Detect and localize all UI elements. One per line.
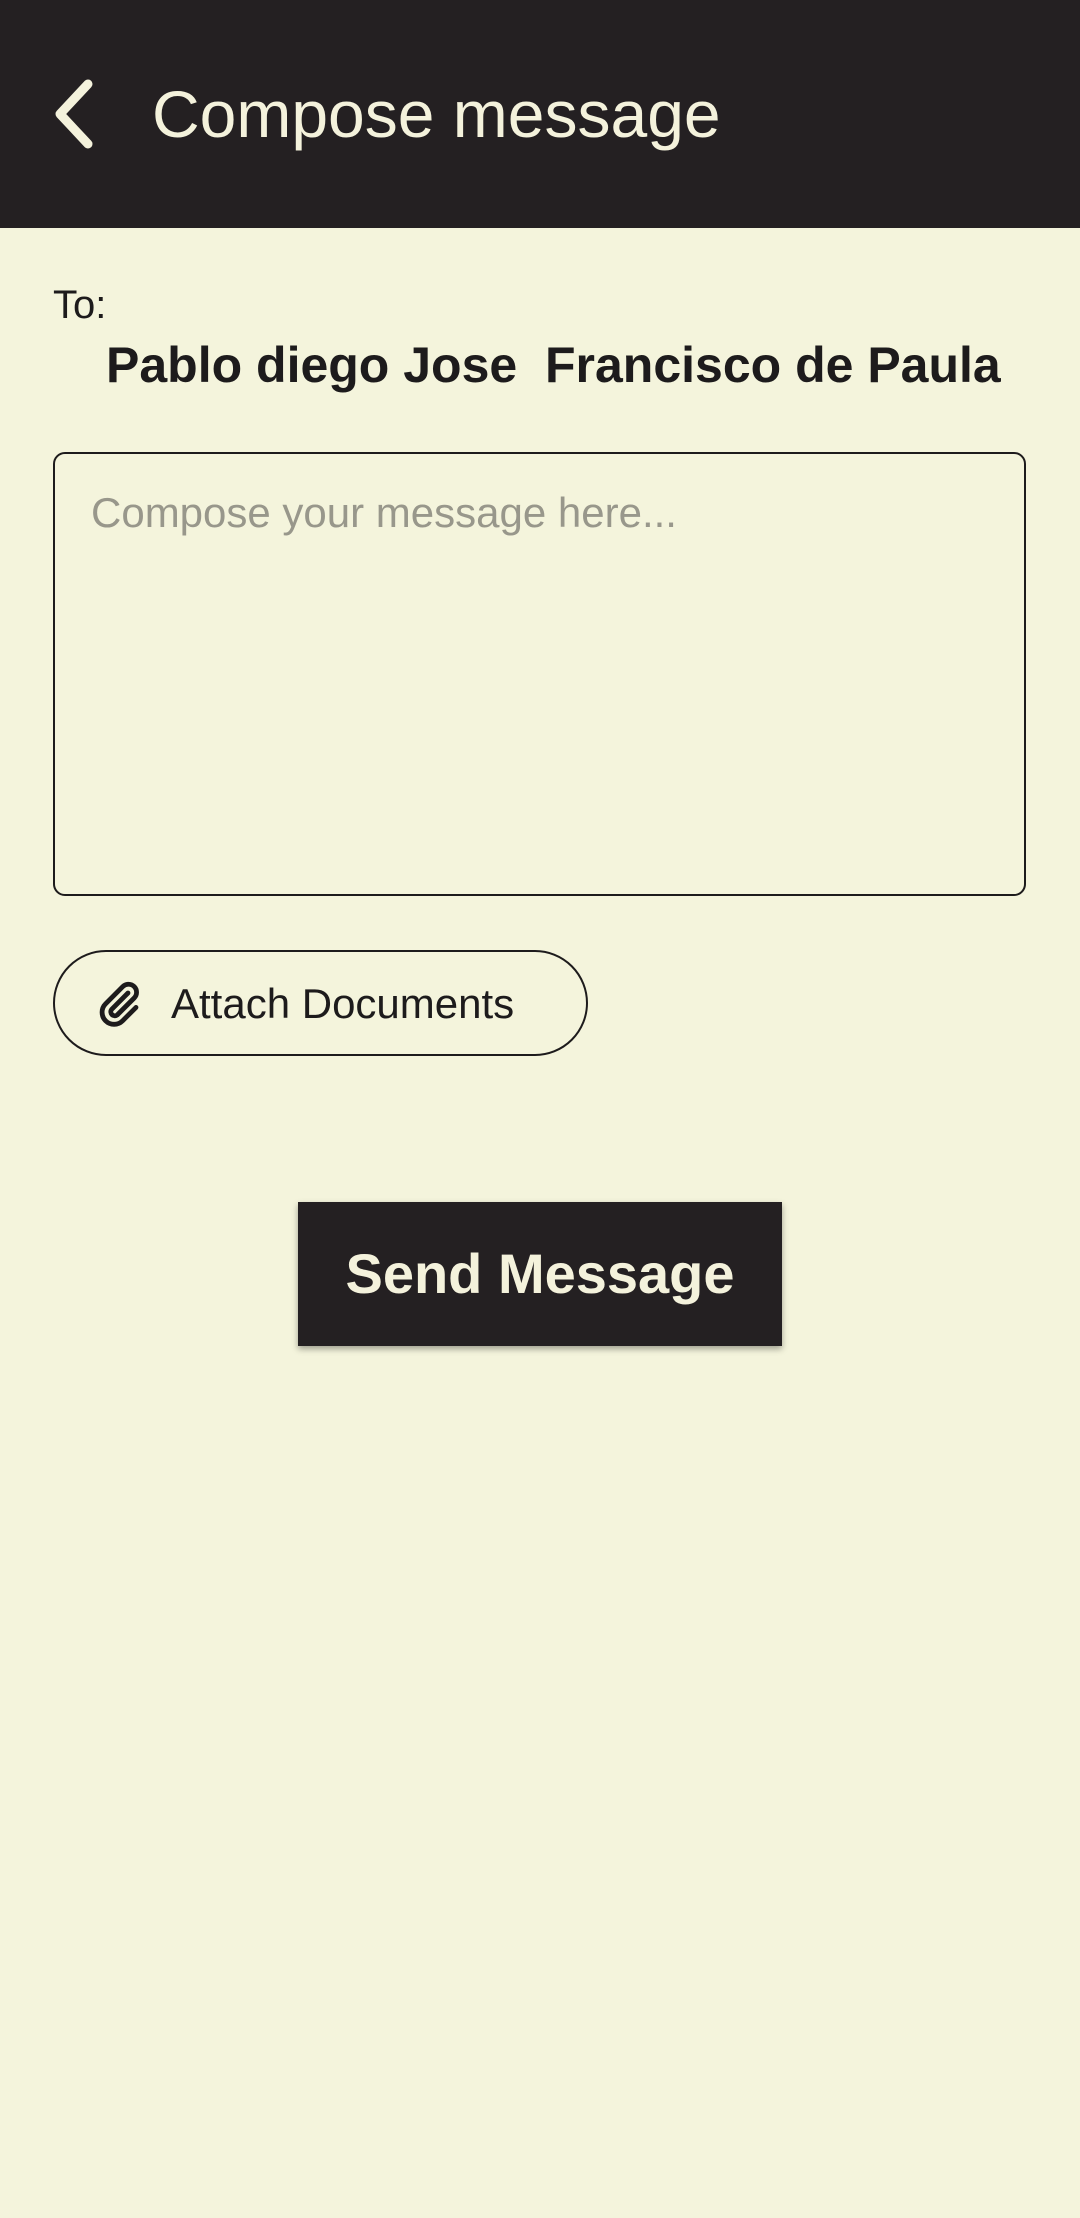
send-message-button[interactable]: Send Message [298, 1202, 782, 1346]
app-bar: Compose message [0, 0, 1080, 228]
recipient-name: Pablo diego Jose Francisco de Paula [106, 337, 1001, 393]
page-title: Compose message [152, 77, 721, 151]
back-button[interactable] [30, 64, 120, 164]
paperclip-icon [99, 981, 139, 1027]
attach-documents-button[interactable]: Attach Documents [53, 950, 588, 1056]
send-message-label: Send Message [345, 1242, 735, 1305]
attach-documents-label: Attach Documents [171, 980, 515, 1027]
to-label: To: [53, 283, 107, 327]
chevron-left-icon [55, 79, 93, 149]
message-input[interactable] [53, 452, 1026, 896]
